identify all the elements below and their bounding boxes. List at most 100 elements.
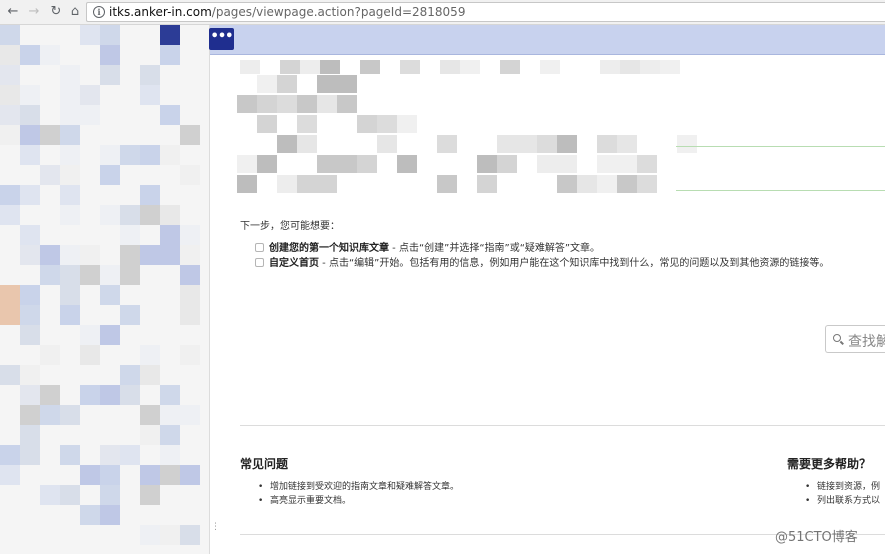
- redacted-pixel: [377, 115, 397, 133]
- redacted-pixel: [60, 305, 80, 325]
- redacted-pixel: [537, 135, 557, 153]
- info-icon[interactable]: i: [93, 6, 105, 18]
- redacted-pixel: [100, 25, 120, 45]
- redacted-pixel: [337, 95, 357, 113]
- redacted-pixel: [40, 45, 60, 65]
- redacted-pixel: [617, 135, 637, 153]
- redacted-pixel: [140, 365, 160, 385]
- redacted-pixel: [540, 60, 560, 74]
- redacted-pixel: [80, 325, 100, 345]
- reload-icon[interactable]: ↻: [47, 3, 65, 21]
- redacted-pixel: [120, 445, 140, 465]
- redacted-pixel: [60, 85, 80, 105]
- redacted-pixel: [60, 485, 80, 505]
- task-item: 自定义首页 - 点击“编辑”开始。包括有用的信息，例如用户能在这个知识库中找到什…: [255, 254, 829, 269]
- redacted-pixel: [257, 115, 277, 133]
- redacted-pixel: [357, 115, 377, 133]
- redacted-pixel: [20, 185, 40, 205]
- task-checkbox[interactable]: [255, 243, 264, 252]
- forward-arrow-icon[interactable]: →: [25, 3, 43, 21]
- redacted-pixel: [100, 205, 120, 225]
- redacted-pixel: [100, 285, 120, 305]
- redacted-pixel: [180, 265, 200, 285]
- redacted-pixel: [140, 205, 160, 225]
- redacted-pixel: [180, 345, 200, 365]
- redacted-pixel: [60, 105, 80, 125]
- redacted-pixel: [477, 155, 497, 173]
- redacted-pixel: [60, 65, 80, 85]
- redacted-pixel: [640, 60, 660, 74]
- redacted-pixel: [437, 175, 457, 193]
- redacted-pixel: [100, 145, 120, 165]
- redacted-pixel: [140, 485, 160, 505]
- redacted-pixel: [20, 445, 40, 465]
- redacted-pixel: [180, 245, 200, 265]
- redacted-pixel: [180, 405, 200, 425]
- redacted-pixel: [140, 345, 160, 365]
- search-input[interactable]: 查找解: [825, 325, 885, 353]
- redacted-pixel: [0, 25, 20, 45]
- redacted-pixel: [557, 135, 577, 153]
- help-list: 链接到资源，例 列出联系方式以: [805, 480, 880, 508]
- redacted-pixel: [80, 105, 100, 125]
- redacted-pixel: [240, 60, 260, 74]
- redacted-pixel: [0, 205, 20, 225]
- redacted-pixel: [20, 305, 40, 325]
- redacted-pixel: [597, 175, 617, 193]
- redacted-pixel: [140, 465, 160, 485]
- section-divider: [240, 425, 885, 426]
- redacted-pixel: [500, 60, 520, 74]
- redacted-pixel: [180, 465, 200, 485]
- redacted-pixel: [637, 155, 657, 173]
- banner-bottom-border: [676, 190, 885, 191]
- redacted-pixel: [0, 285, 20, 305]
- redacted-pixel: [357, 155, 377, 173]
- redacted-pixel: [160, 445, 180, 465]
- redacted-pixel: [140, 425, 160, 445]
- redacted-pixel: [317, 175, 337, 193]
- redacted-pixel: [60, 445, 80, 465]
- redacted-pixel: [597, 135, 617, 153]
- next-steps-heading: 下一步，您可能想要：: [240, 221, 340, 232]
- redacted-pixel: [337, 75, 357, 93]
- redacted-pixel: [80, 465, 100, 485]
- redacted-pixel: [257, 155, 277, 173]
- redacted-pixel: [297, 175, 317, 193]
- task-description: - 点击“创建”并选择“指南”或“疑难解答”文章。: [389, 243, 601, 254]
- redacted-pixel: [20, 245, 40, 265]
- sidebar-resize-handle[interactable]: ⋮: [211, 523, 220, 539]
- redacted-pixel: [140, 245, 160, 265]
- faq-list: 增加链接到受欢迎的指南文章和疑难解答文章。 高亮显示重要文档。: [258, 480, 459, 508]
- task-item: 创建您的第一个知识库文章 - 点击“创建”并选择“指南”或“疑难解答”文章。: [255, 239, 600, 254]
- address-bar[interactable]: i itks.anker-in.com/pages/viewpage.actio…: [86, 2, 885, 22]
- redacted-pixel: [180, 165, 200, 185]
- redacted-pixel: [237, 175, 257, 193]
- redacted-pixel: [120, 225, 140, 245]
- redacted-pixel: [377, 135, 397, 153]
- list-item: 链接到资源，例: [805, 480, 880, 494]
- redacted-pixel: [20, 405, 40, 425]
- redacted-pixel: [600, 60, 620, 74]
- redacted-pixel: [617, 155, 637, 173]
- browser-toolbar: ← → ↻ ⌂ i itks.anker-in.com/pages/viewpa…: [0, 0, 885, 25]
- redacted-pixel: [100, 45, 120, 65]
- redacted-pixel: [397, 155, 417, 173]
- redacted-pixel: [160, 25, 180, 45]
- redacted-pixel: [80, 245, 100, 265]
- redacted-pixel: [180, 305, 200, 325]
- redacted-pixel: [100, 265, 120, 285]
- redacted-pixel: [297, 115, 317, 133]
- redacted-pixel: [557, 175, 577, 193]
- search-placeholder: 查找解: [848, 334, 885, 350]
- redacted-pixel: [317, 95, 337, 113]
- home-icon[interactable]: ⌂: [66, 3, 84, 21]
- redacted-pixel: [120, 145, 140, 165]
- more-actions-button[interactable]: •••: [209, 28, 234, 50]
- task-checkbox[interactable]: [255, 258, 264, 267]
- back-arrow-icon[interactable]: ←: [4, 3, 22, 21]
- redacted-pixel: [60, 125, 80, 145]
- redacted-pixel: [60, 145, 80, 165]
- redacted-pixel: [120, 365, 140, 385]
- redacted-pixel: [537, 155, 557, 173]
- redacted-pixel: [237, 95, 257, 113]
